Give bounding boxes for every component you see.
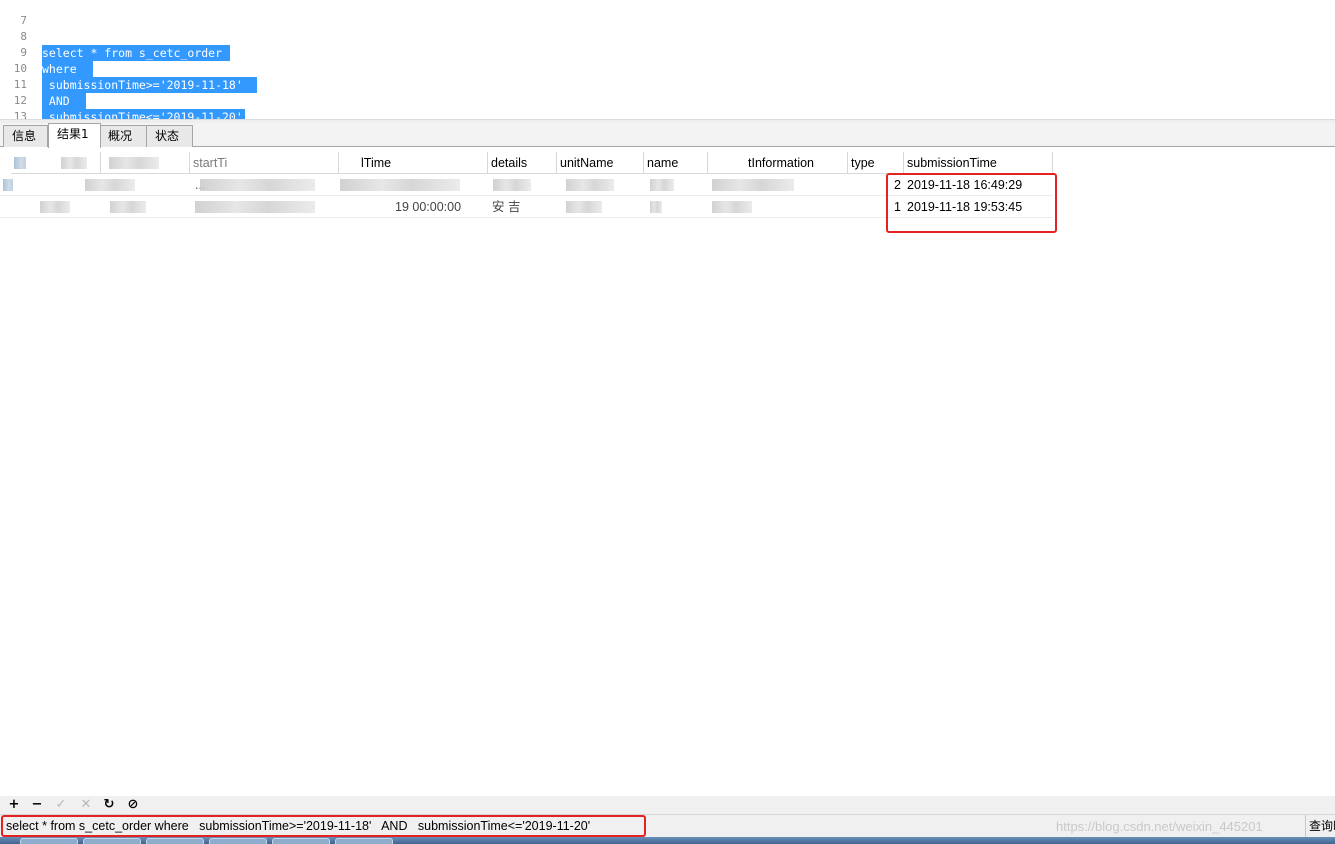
code-line: 7 — [0, 0, 1335, 27]
tab-status[interactable]: 状态 — [146, 125, 193, 147]
column-header-endtime[interactable]: lTime — [339, 152, 488, 174]
taskbar-button[interactable] — [335, 838, 393, 844]
highlight-box — [1, 815, 646, 837]
column-header-name[interactable]: name — [644, 152, 708, 174]
code-line: 8 select * from s_cetc_order — [0, 13, 1335, 61]
refresh-button[interactable]: ↻ — [101, 797, 117, 813]
column-header-information[interactable]: tInformation — [708, 152, 848, 174]
delete-record-button[interactable]: − — [29, 797, 45, 813]
redacted-block — [712, 201, 752, 213]
code-line: 14 — [0, 109, 1335, 119]
os-taskbar — [0, 837, 1335, 844]
redacted-block — [340, 179, 460, 191]
result-tabs: 信息 结果1 概况 状态 — [0, 123, 1335, 148]
redacted-block — [493, 179, 531, 191]
taskbar-button[interactable] — [20, 838, 78, 844]
results-grid[interactable]: startTi lTime details unitName name tInf… — [0, 148, 1335, 796]
redacted-block — [650, 179, 674, 191]
redacted-block — [195, 201, 315, 213]
watermark: https://blog.csdn.net/weixin_445201 — [1056, 819, 1263, 834]
code-line: 9 where — [0, 29, 1335, 77]
code-line: 10 submissionTime>='2019-11-18' — [0, 45, 1335, 93]
code-line: 11 AND — [0, 61, 1335, 109]
column-header[interactable] — [11, 152, 101, 174]
redacted-block — [85, 179, 135, 191]
tab-overview[interactable]: 概况 — [99, 125, 147, 147]
status-query-time: 查询时 — [1305, 815, 1335, 837]
taskbar-button[interactable] — [146, 838, 204, 844]
column-header-unitname[interactable]: unitName — [557, 152, 644, 174]
discard-changes-button[interactable]: ✕ — [78, 797, 94, 813]
redacted-block — [712, 179, 794, 191]
grid-toolbar: + − ✓ ✕ ↻ ⊘ — [0, 796, 1335, 814]
column-header[interactable] — [101, 152, 190, 174]
redacted-block — [61, 157, 87, 169]
cell-endtime: 19 00:00:00 — [395, 200, 462, 214]
apply-changes-button[interactable]: ✓ — [53, 797, 69, 813]
taskbar-button[interactable] — [272, 838, 330, 844]
redacted-block — [109, 157, 159, 169]
column-header-details[interactable]: details — [488, 152, 557, 174]
sql-editor[interactable]: 7 8 select * from s_cetc_order 9 where 1… — [0, 0, 1335, 119]
code-line: 12 submissionTime<='2019-11-20' — [0, 77, 1335, 119]
column-header-starttime[interactable]: startTi — [190, 152, 339, 174]
redacted-block — [200, 179, 315, 191]
column-header-type[interactable]: type — [848, 152, 904, 174]
tab-info[interactable]: 信息 — [3, 125, 48, 147]
status-bar: select * from s_cetc_order where submiss… — [0, 814, 1335, 837]
redacted-block — [650, 201, 662, 213]
redacted-block — [566, 201, 602, 213]
highlight-box — [886, 173, 1057, 233]
redacted-block — [566, 179, 614, 191]
redacted-block — [14, 157, 26, 169]
taskbar-button[interactable] — [83, 838, 141, 844]
cell-details: 安 吉 — [492, 200, 521, 214]
stop-button[interactable]: ⊘ — [125, 797, 141, 813]
redacted-block — [3, 179, 13, 191]
taskbar-button[interactable] — [209, 838, 267, 844]
column-header-submissiontime[interactable]: submissionTime — [904, 152, 1053, 174]
redacted-block — [40, 201, 70, 213]
tab-result-1[interactable]: 结果1 — [48, 123, 101, 148]
add-record-button[interactable]: + — [6, 797, 22, 813]
code-line: 13 — [0, 93, 1335, 119]
redacted-block — [110, 201, 146, 213]
